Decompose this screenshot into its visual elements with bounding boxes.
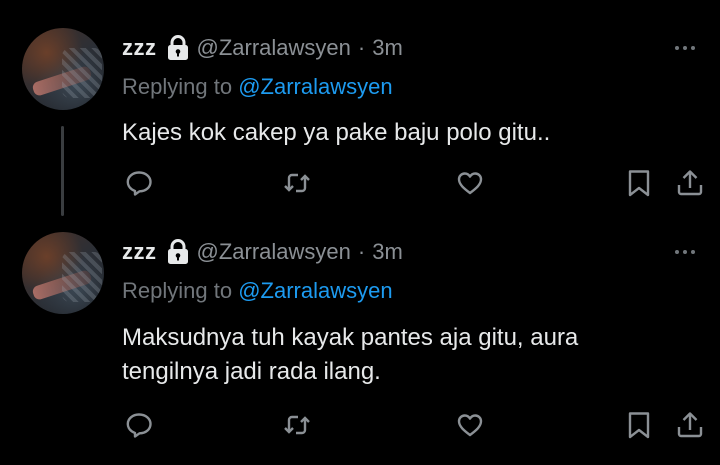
reply-icon[interactable]: [124, 168, 154, 198]
tweet[interactable]: zzz @Zarralawsyen · 3m Replying to @Zarr…: [0, 0, 720, 220]
like-icon[interactable]: [455, 410, 485, 440]
display-name[interactable]: zzz: [122, 35, 157, 61]
bookmark-icon[interactable]: [624, 168, 654, 198]
replying-to-link[interactable]: @Zarralawsyen: [238, 74, 392, 99]
lock-icon: [167, 239, 189, 265]
retweet-icon[interactable]: [282, 168, 312, 198]
share-icon[interactable]: [675, 410, 705, 440]
action-bar: [0, 410, 720, 444]
replying-prefix: Replying to: [122, 74, 233, 99]
retweet-icon[interactable]: [282, 410, 312, 440]
display-name[interactable]: zzz: [122, 239, 157, 265]
more-icon[interactable]: [674, 44, 696, 52]
bookmark-icon[interactable]: [624, 410, 654, 440]
replying-to: Replying to @Zarralawsyen: [122, 278, 393, 304]
separator-dot: ·: [357, 35, 366, 60]
lock-icon: [167, 35, 189, 61]
reply-icon[interactable]: [124, 410, 154, 440]
tweet-text: Kajes kok cakep ya pake baju polo gitu..: [122, 119, 551, 146]
avatar[interactable]: [22, 232, 104, 314]
action-bar: [0, 168, 720, 202]
replying-to: Replying to @Zarralawsyen: [122, 74, 393, 100]
tweet[interactable]: zzz @Zarralawsyen · 3m Replying to @Zarr…: [0, 220, 720, 465]
user-handle[interactable]: @Zarralawsyen: [197, 35, 351, 61]
replying-prefix: Replying to: [122, 278, 233, 303]
timestamp[interactable]: 3m: [372, 239, 403, 265]
more-icon[interactable]: [674, 248, 696, 256]
user-handle[interactable]: @Zarralawsyen: [197, 239, 351, 265]
separator-dot: ·: [357, 239, 366, 264]
share-icon[interactable]: [675, 168, 705, 198]
timestamp[interactable]: 3m: [372, 35, 403, 61]
tweet-text: Maksudnya tuh kayak pantes aja gitu, aur…: [122, 324, 579, 385]
like-icon[interactable]: [455, 168, 485, 198]
replying-to-link[interactable]: @Zarralawsyen: [238, 278, 392, 303]
avatar[interactable]: [22, 28, 104, 110]
